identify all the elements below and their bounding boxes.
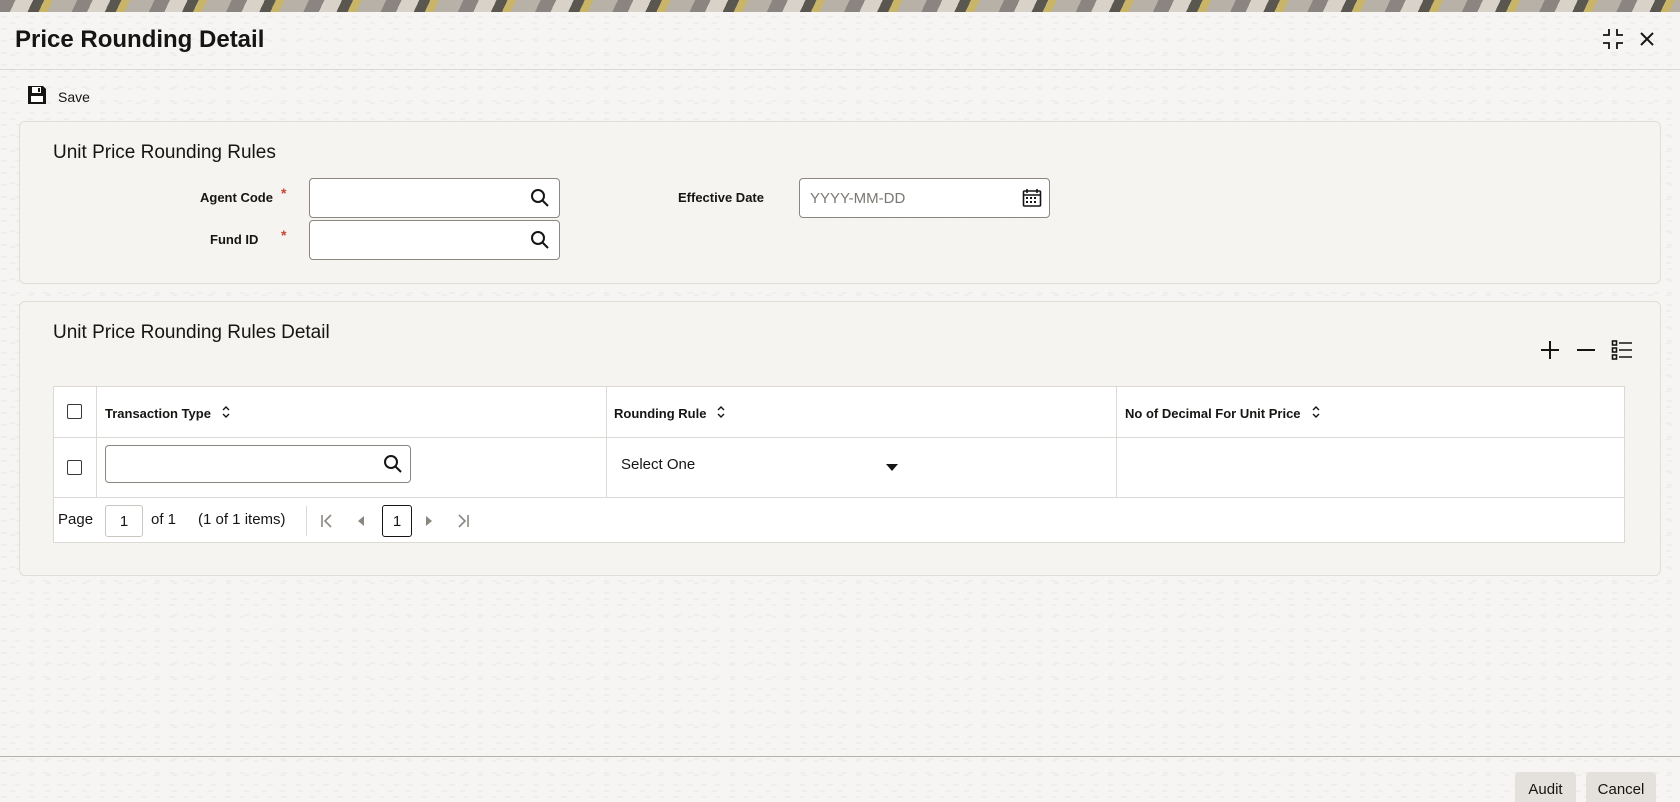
save-button[interactable]: Save — [26, 84, 90, 110]
select-all-checkbox[interactable] — [67, 404, 82, 419]
fund-id-search-icon[interactable] — [528, 228, 552, 252]
first-page-icon[interactable] — [316, 510, 338, 532]
agent-code-label: Agent Code — [200, 190, 273, 205]
pager-divider — [306, 506, 307, 536]
agent-code-input[interactable] — [309, 178, 560, 218]
calendar-icon[interactable] — [1020, 186, 1044, 210]
last-page-icon[interactable] — [452, 510, 474, 532]
cancel-button[interactable]: Cancel — [1586, 772, 1656, 802]
page-number-value: 1 — [119, 512, 129, 530]
rounding-rules-grid: Transaction Type Rounding Rule No of Dec… — [53, 386, 1625, 543]
unit-price-rounding-rules-panel: Unit Price Rounding Rules Agent Code * F… — [19, 121, 1661, 284]
dialog-header: Price Rounding Detail — [0, 12, 1680, 70]
sort-icon[interactable] — [716, 405, 726, 422]
page-count-label: of 1 — [151, 511, 177, 528]
fund-id-label: Fund ID — [210, 232, 259, 247]
column-label: No of Decimal For Unit Price — [1125, 406, 1301, 421]
column-header-no-of-decimal[interactable]: No of Decimal For Unit Price — [1125, 405, 1321, 422]
column-label: Rounding Rule — [614, 406, 707, 421]
rounding-rule-select[interactable]: Select One — [614, 445, 914, 485]
sort-icon[interactable] — [1311, 405, 1321, 422]
section-title-rounding-rules-detail: Unit Price Rounding Rules Detail — [53, 322, 330, 343]
section-title-rounding-rules: Unit Price Rounding Rules — [53, 142, 276, 163]
delete-row-icon[interactable] — [1574, 338, 1598, 362]
close-icon[interactable] — [1634, 26, 1660, 52]
pagination-bar: Page 1 of 1 (1 of 1 items) 1 — [54, 498, 1624, 543]
sort-icon[interactable] — [221, 405, 231, 422]
fund-id-required-marker: * — [281, 227, 287, 243]
transaction-type-search-icon[interactable] — [381, 452, 405, 476]
dialog-footer: Audit Cancel — [0, 756, 1680, 802]
dropdown-caret-icon — [886, 459, 898, 477]
current-page-button[interactable]: 1 — [382, 505, 412, 537]
previous-page-icon[interactable] — [350, 510, 372, 532]
audit-button[interactable]: Audit — [1515, 772, 1576, 802]
current-page-value: 1 — [392, 512, 402, 530]
row-select-checkbox[interactable] — [67, 460, 82, 475]
page-label: Page — [58, 511, 94, 528]
single-record-view-icon[interactable] — [1610, 338, 1634, 362]
effective-date-label: Effective Date — [678, 190, 764, 205]
grid-toolbar — [1526, 338, 1634, 362]
top-banner-strip — [0, 0, 1680, 12]
add-row-icon[interactable] — [1538, 338, 1562, 362]
column-header-transaction-type[interactable]: Transaction Type — [105, 405, 231, 422]
save-icon — [26, 84, 48, 111]
effective-date-input[interactable] — [799, 178, 1050, 218]
agent-code-required-marker: * — [281, 185, 287, 201]
transaction-type-input[interactable] — [105, 445, 411, 483]
price-rounding-dialog: Price Rounding Detail Save Unit Price Ro… — [0, 12, 1680, 802]
next-page-icon[interactable] — [418, 510, 440, 532]
maximize-icon[interactable] — [1600, 26, 1626, 52]
agent-code-search-icon[interactable] — [528, 186, 552, 210]
page-title: Price Rounding Detail — [15, 26, 265, 53]
rounding-rule-selected-value: Select One — [621, 456, 696, 473]
fund-id-input[interactable] — [309, 220, 560, 260]
items-count-label: (1 of 1 items) — [198, 511, 286, 528]
column-header-rounding-rule[interactable]: Rounding Rule — [614, 405, 726, 422]
unit-price-rounding-rules-detail-panel: Unit Price Rounding Rules Detail Transac… — [19, 301, 1661, 576]
page-number-input[interactable]: 1 — [105, 505, 143, 537]
save-label: Save — [58, 89, 90, 105]
table-row: Select One — [54, 438, 1624, 498]
column-label: Transaction Type — [105, 406, 211, 421]
grid-header-row: Transaction Type Rounding Rule No of Dec… — [54, 387, 1624, 498]
